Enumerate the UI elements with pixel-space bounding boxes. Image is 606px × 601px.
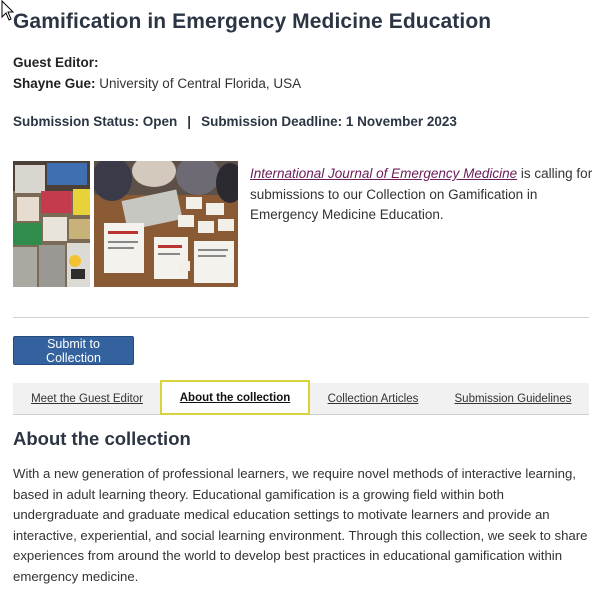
submission-info: Submission Status: Open | Submission Deadl…: [13, 114, 457, 129]
submit-to-collection-button[interactable]: Submit to Collection: [13, 336, 134, 365]
tab-about-the-collection[interactable]: About the collection: [160, 380, 310, 415]
tab-meet-the-guest-editor[interactable]: Meet the Guest Editor: [13, 383, 161, 414]
submission-status: Submission Status: Open: [13, 114, 178, 129]
submission-deadline: Submission Deadline: 1 November 2023: [201, 114, 457, 129]
guest-editor-line: Shayne Gue: University of Central Florid…: [13, 76, 301, 91]
tab-submission-guidelines[interactable]: Submission Guidelines: [443, 383, 583, 414]
collection-photo-table: [94, 161, 238, 287]
editor-name: Shayne Gue:: [13, 76, 96, 91]
collection-photo-boards: [13, 161, 90, 287]
page-title: Gamification in Emergency Medicine Educa…: [13, 10, 492, 33]
section-heading: About the collection: [13, 428, 191, 449]
section-body: With a new generation of professional le…: [13, 466, 588, 584]
tab-collection-articles[interactable]: Collection Articles: [313, 383, 433, 414]
editor-affiliation: University of Central Florida, USA: [99, 76, 302, 91]
status-separator: |: [187, 114, 192, 129]
journal-link[interactable]: International Journal of Emergency Medic…: [250, 166, 517, 181]
guest-editor-label: Guest Editor:: [13, 55, 99, 70]
collection-tabs: Meet the Guest Editor Collection Article…: [13, 380, 589, 415]
collection-intro: International Journal of Emergency Medic…: [250, 164, 595, 226]
divider: [13, 317, 589, 318]
